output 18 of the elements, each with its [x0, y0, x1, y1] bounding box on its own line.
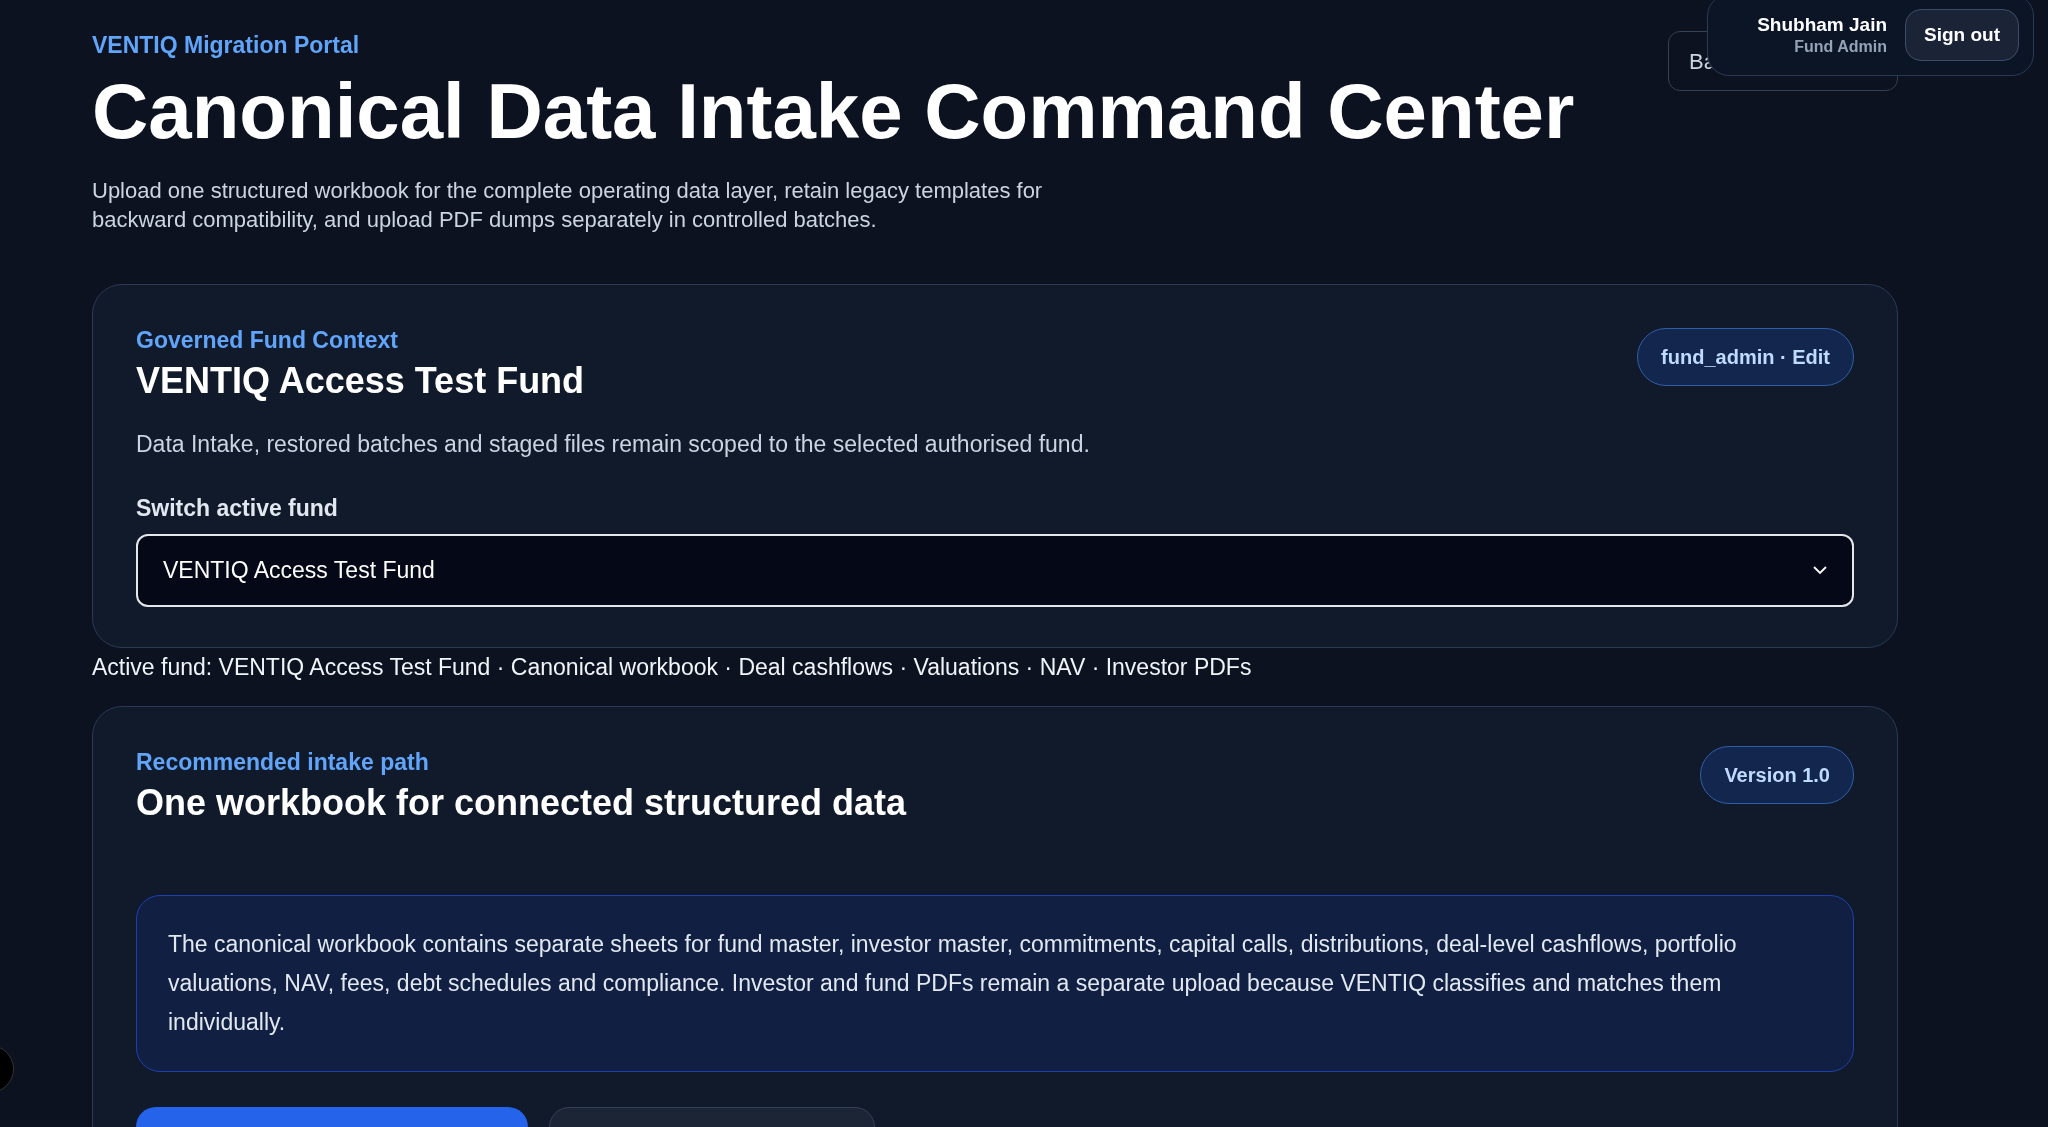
fund-select[interactable]: VENTIQ Access Test Fund: [136, 533, 1854, 607]
portal-name: VENTIQ Migration Portal: [92, 31, 360, 60]
page-description: Upload one structured workbook for the complete operating data layer, retain legacy templates for backward compatibility, and upload PDF dumps separately in controlled batches.: [92, 177, 1044, 235]
fund-description: Data Intake, restored batches and staged files remain scoped to the selected authorised fund.: [136, 429, 1091, 459]
section-eyebrow: Governed Fund Context: [136, 326, 399, 356]
active-fund-summary: Active fund: VENTIQ Access Test Fund · Canonical workbook · Deal cashflows · Valuations · NAV · Investor PDFs: [92, 652, 1253, 682]
sign-out-button[interactable]: Sign out: [1905, 9, 2019, 61]
page-title: Canonical Data Intake Command Center: [92, 65, 1576, 157]
role-badge[interactable]: fund_admin · Edit: [1637, 328, 1854, 387]
user-role: Fund Admin: [1794, 36, 1887, 57]
select-label: Switch active fund: [136, 494, 339, 524]
section-eyebrow: Recommended intake path: [136, 748, 430, 778]
fund-title: VENTIQ Access Test Fund: [136, 358, 585, 403]
user-name: Shubham Jain: [1757, 13, 1887, 37]
workbook-note: The canonical workbook contains separate sheets for fund master, investor master, commitments, capital calls, distributions, deal-level cashflows, portfolio valuations, NAV, fees, debt schedules and compliance. Investor and fund PDFs remain a separate upload because VENTIQ classifies and matches them individually.: [136, 894, 1854, 1072]
version-badge: Version 1.0: [1700, 746, 1854, 805]
chevron-down-icon: [1813, 565, 1827, 575]
intake-title: One workbook for connected structured data: [136, 780, 907, 825]
